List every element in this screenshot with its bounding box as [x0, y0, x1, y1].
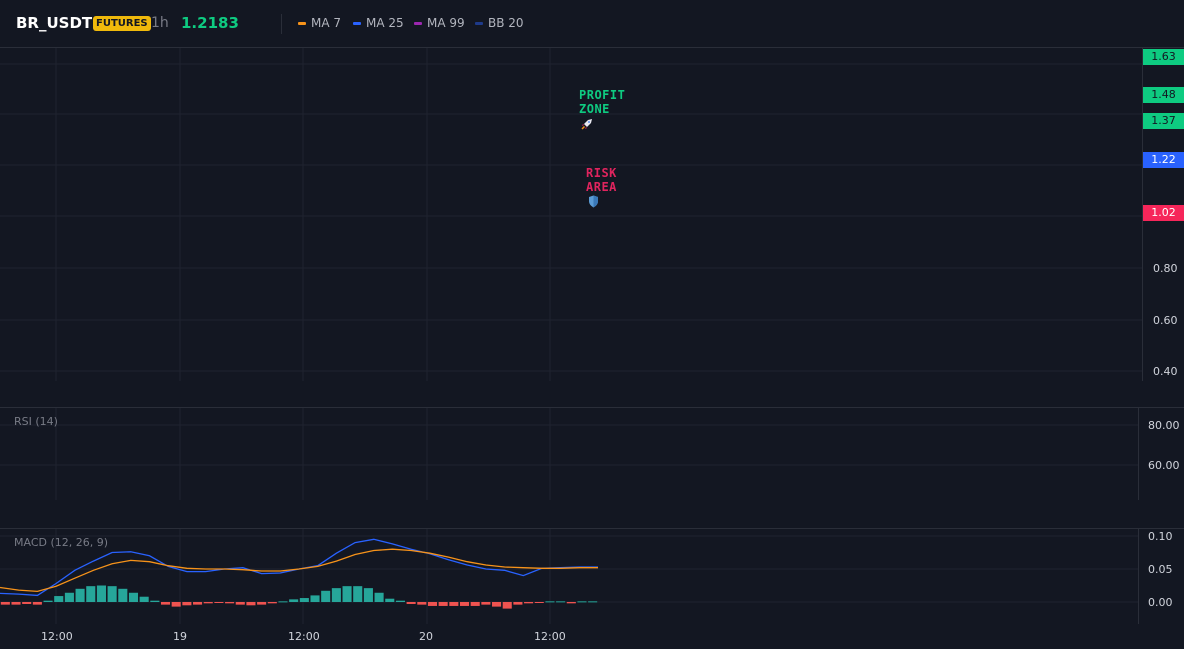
- macd-histogram-bar: [0, 602, 10, 605]
- macd-histogram-bar: [310, 595, 320, 602]
- price-label: 0.60: [1153, 314, 1178, 327]
- price-tag-red: 1.02: [1143, 205, 1184, 221]
- price-tag-green: 1.37: [1143, 113, 1184, 129]
- rsi-title: RSI (14): [14, 415, 58, 428]
- time-label: 19: [173, 630, 187, 643]
- macd-histogram-bar: [235, 602, 245, 605]
- macd-label: 0.05: [1148, 563, 1173, 576]
- macd-histogram-bar: [64, 592, 74, 602]
- macd-histogram-bar: [470, 602, 480, 606]
- rsi-axis-border: [1138, 408, 1139, 500]
- macd-histogram-bar: [449, 602, 459, 606]
- macd-histogram-bar: [459, 602, 470, 606]
- macd-histogram-bar: [513, 602, 523, 605]
- price-label: 0.80: [1153, 262, 1178, 275]
- macd-histogram-bar: [427, 602, 438, 606]
- time-label: 12:00: [534, 630, 566, 643]
- time-label: 20: [419, 630, 433, 643]
- annotation-line: AREA: [586, 180, 617, 194]
- macd-histogram-bar: [128, 592, 139, 602]
- macd-histogram-bar: [566, 602, 576, 604]
- annotation-line: RISK: [586, 166, 617, 180]
- macd-histogram-bar: [75, 588, 85, 602]
- macd-histogram-bar: [545, 601, 555, 603]
- macd-histogram-bar: [353, 586, 363, 602]
- macd-histogram-bar: [225, 602, 235, 604]
- macd-histogram-bar: [363, 588, 373, 602]
- rsi-label: 60.00: [1148, 459, 1180, 472]
- macd-histogram-bar: [342, 586, 352, 602]
- macd-histogram-bar: [182, 602, 192, 606]
- risk-area-annotation[interactable]: RISK AREA: [586, 166, 617, 194]
- macd-histogram-bar: [257, 602, 267, 605]
- macd-histogram-bar: [54, 596, 64, 602]
- macd-histogram-bar: [118, 588, 128, 602]
- macd-title: MACD (12, 26, 9): [14, 536, 109, 549]
- profit-zone-annotation[interactable]: PROFIT ZONE: [579, 88, 625, 116]
- price-label: 0.40: [1153, 365, 1178, 378]
- macd-histogram-bar: [492, 602, 502, 607]
- price-tag-green: 1.48: [1143, 87, 1184, 103]
- macd-histogram-bar: [395, 600, 405, 602]
- macd-histogram-bar: [299, 598, 309, 602]
- macd-histogram-bar: [588, 601, 598, 603]
- rsi-label: 80.00: [1148, 419, 1180, 432]
- macd-histogram-bar: [289, 599, 299, 602]
- macd-histogram-bar: [417, 602, 427, 605]
- macd-histogram-bar: [32, 602, 42, 605]
- shield-icon: [589, 195, 598, 208]
- macd-histogram-bar: [556, 601, 566, 603]
- macd-histogram-bar: [481, 602, 491, 605]
- macd-series-line: [0, 548, 598, 593]
- macd-histogram-bar: [43, 600, 53, 602]
- macd-label: 0.00: [1148, 596, 1173, 609]
- macd-histogram-bar: [96, 585, 106, 602]
- macd-label: 0.10: [1148, 530, 1173, 543]
- macd-histogram-bar: [438, 602, 448, 606]
- macd-histogram-bar: [246, 602, 256, 606]
- macd-histogram-bar: [374, 592, 384, 602]
- rocket-icon: [581, 119, 592, 130]
- macd-histogram-bar: [502, 602, 512, 609]
- macd-histogram-bar: [214, 602, 224, 603]
- macd-histogram-bar: [160, 602, 171, 605]
- macd-histogram-bar: [321, 590, 331, 602]
- macd-histogram-bar: [107, 586, 117, 602]
- macd-histogram-bar: [267, 602, 277, 604]
- macd-histogram-bar: [171, 602, 181, 607]
- macd-histogram-bar: [278, 601, 288, 603]
- macd-histogram-bar: [11, 602, 21, 605]
- price-tag-current: 1.22: [1143, 152, 1184, 168]
- macd-histogram-bar: [331, 588, 341, 602]
- time-label: 12:00: [41, 630, 73, 643]
- macd-histogram-bar: [22, 602, 32, 604]
- time-label: 12:00: [288, 630, 320, 643]
- macd-histogram-bar: [193, 602, 203, 605]
- macd-histogram-bar: [139, 596, 149, 602]
- macd-histogram-bar: [203, 602, 213, 604]
- macd-histogram-bar: [86, 586, 96, 602]
- macd-histogram-bar: [385, 598, 395, 602]
- annotation-line: PROFIT: [579, 88, 626, 102]
- price-tag-green: 1.63: [1143, 49, 1184, 65]
- macd-histogram-bar: [150, 600, 160, 602]
- macd-histogram-bar: [534, 602, 544, 603]
- macd-histogram-bar: [406, 602, 416, 604]
- macd-histogram-bar: [577, 601, 587, 603]
- macd-panel-divider[interactable]: [0, 528, 1184, 529]
- annotation-line: ZONE: [579, 102, 610, 116]
- rsi-panel-divider[interactable]: [0, 407, 1184, 408]
- macd-axis-border: [1138, 528, 1139, 624]
- macd-histogram-bar: [524, 602, 534, 604]
